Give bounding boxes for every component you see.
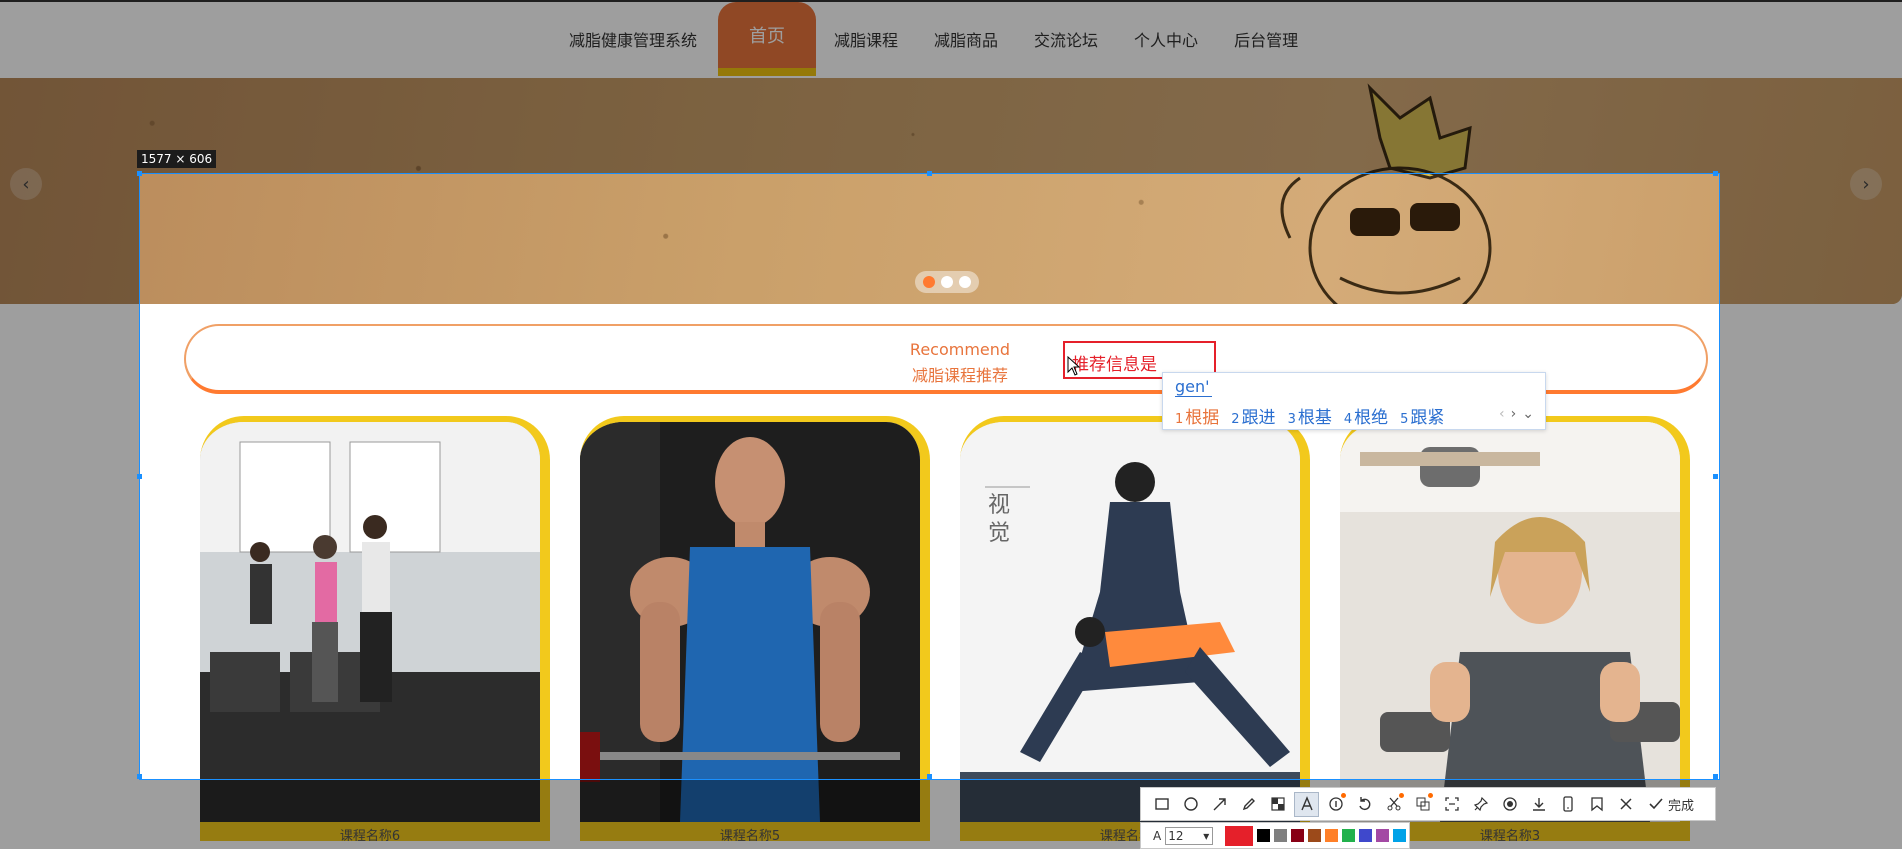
dim-overlay-top [0,0,1902,173]
resize-handle[interactable] [1713,171,1718,176]
ime-composition: gen' [1175,377,1212,397]
undo-icon[interactable] [1352,792,1377,817]
text-options-bar: A 12 ▾ [1140,822,1410,849]
ime-candidate[interactable]: 3 根基 [1288,403,1332,428]
arrow-tool-icon[interactable] [1207,792,1232,817]
chevron-right-icon[interactable]: › [1511,406,1517,422]
scissors-icon[interactable] [1381,792,1406,817]
selection-size-label: 1577 × 606 [137,150,217,168]
color-swatch[interactable] [1274,829,1288,842]
text-tool-icon[interactable] [1294,791,1319,817]
screenshot-toolbar: 完成 [1140,787,1716,821]
resize-handle[interactable] [137,171,142,176]
bookmark-icon[interactable] [1584,792,1609,817]
color-swatch[interactable] [1291,829,1305,842]
done-label: 完成 [1668,798,1695,814]
color-swatch[interactable] [1376,829,1390,842]
rectangle-tool-icon[interactable] [1149,792,1174,817]
phone-icon[interactable] [1555,792,1580,817]
record-icon[interactable] [1497,792,1522,817]
ime-candidate-window: gen' 1 根据 2 跟进 3 根基 4 根绝 5 跟紧 ‹ › ⌄ [1162,372,1546,430]
font-size-select[interactable]: 12 ▾ [1165,826,1214,845]
translate-icon[interactable] [1410,792,1435,817]
dim-overlay-right [1720,173,1902,780]
chevron-down-icon[interactable]: ⌄ [1522,406,1534,422]
download-icon[interactable] [1526,792,1551,817]
close-icon[interactable] [1613,792,1638,817]
capture-selection[interactable] [137,171,1720,780]
ime-candidate[interactable]: 1 根据 [1175,403,1219,428]
ime-candidates: 1 根据 2 跟进 3 根基 4 根绝 5 跟紧 [1175,403,1444,428]
chevron-down-icon: ▾ [1203,828,1210,843]
resize-handle[interactable] [137,774,142,779]
ime-nav: ‹ › ⌄ [1499,406,1534,422]
color-swatch[interactable] [1325,829,1339,842]
color-swatch[interactable] [1308,829,1322,842]
pin-icon[interactable] [1468,792,1493,817]
pen-tool-icon[interactable] [1236,792,1261,817]
text-annotation: 推荐信息是 [1072,355,1157,375]
resize-handle[interactable] [1713,774,1718,779]
color-swatch[interactable] [1257,829,1271,842]
resize-handle[interactable] [1713,474,1718,479]
check-icon [1649,798,1663,810]
ocr-icon[interactable] [1439,792,1464,817]
ime-candidate[interactable]: 4 根绝 [1344,403,1388,428]
font-size-icon: A [1153,828,1162,843]
mosaic-tool-icon[interactable] [1265,792,1290,817]
color-swatch[interactable] [1342,829,1356,842]
color-swatch[interactable] [1359,829,1373,842]
ellipse-tool-icon[interactable] [1178,792,1203,817]
chevron-left-icon[interactable]: ‹ [1499,406,1505,422]
resize-handle[interactable] [927,774,932,779]
dim-overlay-left [0,173,139,780]
ime-candidate[interactable]: 5 跟紧 [1400,403,1444,428]
ime-candidate[interactable]: 2 跟进 [1231,403,1275,428]
mouse-cursor-icon [1067,356,1081,376]
resize-handle[interactable] [137,474,142,479]
done-button[interactable]: 完成 [1648,795,1694,814]
resize-handle[interactable] [927,171,932,176]
color-swatch[interactable] [1393,829,1407,842]
number-tool-icon[interactable] [1323,792,1348,817]
current-color-swatch[interactable] [1225,825,1254,846]
